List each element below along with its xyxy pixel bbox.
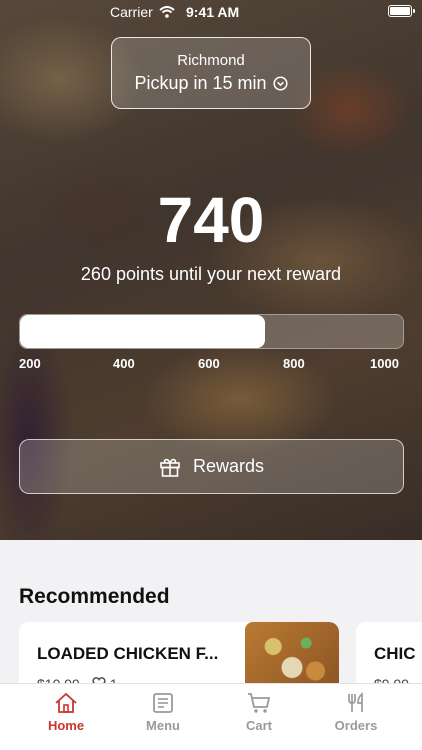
item-name: CHIC: [374, 644, 416, 663]
progress-tick: 1000: [370, 356, 399, 371]
progress-tick: 200: [19, 356, 41, 371]
utensils-icon: [348, 692, 363, 712]
location-name: Richmond: [177, 52, 245, 69]
tab-cart[interactable]: Cart: [214, 692, 304, 733]
recommended-item-card[interactable]: CHIC $9.99: [356, 622, 422, 692]
tab-label: Cart: [245, 718, 272, 733]
rewards-progress-fill: [20, 315, 266, 348]
tab-label: Home: [47, 718, 85, 733]
wifi-icon: [159, 6, 175, 18]
progress-tick: 400: [113, 356, 135, 371]
home-icon: [55, 692, 77, 713]
carrier-info: Carrier: [110, 4, 175, 20]
tab-orders[interactable]: Orders: [311, 692, 401, 733]
item-image: [245, 622, 339, 692]
points-balance: 740: [157, 184, 265, 256]
progress-tick: 800: [283, 356, 305, 371]
tab-label: Menu: [146, 718, 180, 733]
menu-icon: [153, 693, 173, 713]
hero-banner: Carrier 9:41 AM Richmond Pickup in 15 mi…: [0, 0, 422, 540]
status-bar: Carrier 9:41 AM: [0, 0, 422, 24]
pickup-time: Pickup in 15 min: [112, 73, 310, 94]
battery-icon: [388, 5, 415, 17]
rewards-progress-bar: [19, 314, 404, 349]
tab-label: Orders: [334, 718, 378, 733]
carrier-label: Carrier: [110, 4, 153, 20]
chevron-down-circle-icon: [272, 76, 288, 91]
rewards-button[interactable]: Rewards: [19, 439, 404, 494]
item-name: LOADED CHICKEN F...: [37, 644, 219, 663]
points-caption: 260 points until your next reward: [80, 264, 342, 284]
recommended-heading: Recommended: [19, 585, 170, 608]
cart-icon: [248, 693, 271, 713]
clock: 9:41 AM: [186, 4, 240, 20]
rewards-button-label: Rewards: [192, 456, 265, 476]
tab-bar: Home Menu Cart Orders: [0, 683, 422, 750]
location-selector[interactable]: Richmond Pickup in 15 min: [111, 37, 311, 109]
pickup-label: Pickup in 15 min: [134, 73, 267, 93]
gift-icon: [160, 458, 180, 477]
tab-home[interactable]: Home: [21, 692, 111, 733]
progress-tick: 600: [198, 356, 220, 371]
tab-menu[interactable]: Menu: [118, 692, 208, 733]
recommended-item-card[interactable]: LOADED CHICKEN F... $10.99 1: [19, 622, 339, 692]
